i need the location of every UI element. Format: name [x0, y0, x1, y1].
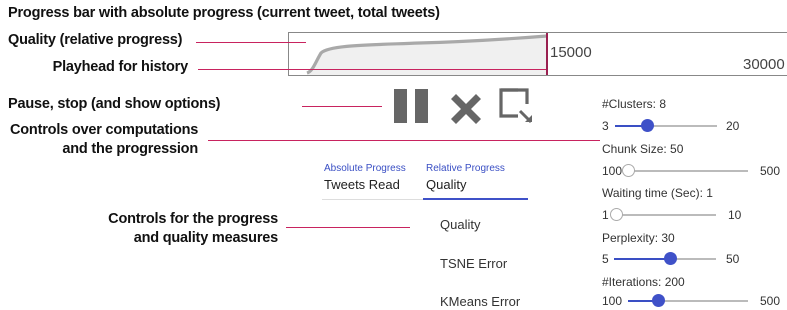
tab-absolute-big: Tweets Read	[324, 177, 400, 192]
perplexity-min: 5	[602, 252, 609, 266]
leader-quality	[196, 42, 306, 44]
chunk-max: 500	[760, 164, 781, 178]
perplexity-slider-thumb[interactable]	[663, 252, 677, 265]
tab-absolute-small: Absolute Progress	[324, 163, 406, 174]
clusters-min: 3	[602, 119, 609, 133]
annotation-controls-2: and the progression	[62, 141, 198, 157]
clusters-max: 20	[726, 119, 740, 133]
leader-playhead	[198, 69, 546, 71]
measure-quality[interactable]: Quality	[440, 217, 480, 232]
perplexity-max: 50	[726, 252, 740, 266]
waiting-label: Waiting time (Sec): 1	[602, 186, 713, 200]
options-icon[interactable]	[498, 87, 536, 125]
iterations-slider-thumb[interactable]	[651, 294, 665, 307]
chunk-slider[interactable]	[621, 164, 748, 177]
leader-measures	[286, 227, 410, 229]
annotation-quality: Quality (relative progress)	[8, 32, 183, 48]
measure-tsne-error[interactable]: TSNE Error	[440, 256, 507, 271]
annotation-controls-1: Controls over computations	[10, 122, 199, 138]
annotation-pause: Pause, stop (and show options)	[8, 96, 221, 112]
waiting-slider-thumb[interactable]	[609, 208, 623, 221]
annotation-playhead: Playhead for history	[52, 59, 189, 75]
progress-mid-label: 15000	[550, 44, 592, 61]
tab-relative-progress[interactable]: Relative Progress Quality	[426, 163, 526, 192]
tab-relative-big: Quality	[426, 177, 467, 192]
iterations-label: #Iterations: 200	[602, 275, 685, 289]
pause-icon[interactable]	[392, 87, 432, 125]
figure-title: Progress bar with absolute progress (cur…	[8, 5, 440, 21]
waiting-min: 1	[602, 208, 609, 222]
tab-relative-small: Relative Progress	[426, 163, 505, 174]
waiting-slider[interactable]	[609, 208, 716, 221]
perplexity-slider[interactable]	[614, 252, 716, 265]
clusters-label: #Clusters: 8	[602, 97, 667, 111]
measure-kmeans-error[interactable]: KMeans Error	[440, 294, 520, 309]
clusters-slider-thumb[interactable]	[640, 119, 654, 132]
chunk-slider-thumb[interactable]	[621, 164, 635, 177]
leader-pause	[302, 106, 382, 108]
iterations-min: 100	[602, 294, 623, 308]
waiting-max: 10	[728, 208, 742, 222]
chunk-label: Chunk Size: 50	[602, 142, 684, 156]
clusters-slider[interactable]	[615, 119, 717, 132]
stop-icon[interactable]	[446, 89, 486, 125]
tab-absolute-progress[interactable]: Absolute Progress Tweets Read	[324, 163, 416, 192]
leader-controls	[208, 140, 600, 142]
chunk-min: 100	[602, 164, 623, 178]
tab-active-underline	[423, 198, 528, 200]
annotation-measures-1: Controls for the progress	[108, 211, 278, 227]
iterations-max: 500	[760, 294, 781, 308]
perplexity-label: Perplexity: 30	[602, 231, 675, 245]
iterations-slider[interactable]	[628, 294, 748, 307]
annotation-measures-2: and quality measures	[133, 230, 278, 246]
progress-end-label: 30000	[743, 56, 785, 73]
